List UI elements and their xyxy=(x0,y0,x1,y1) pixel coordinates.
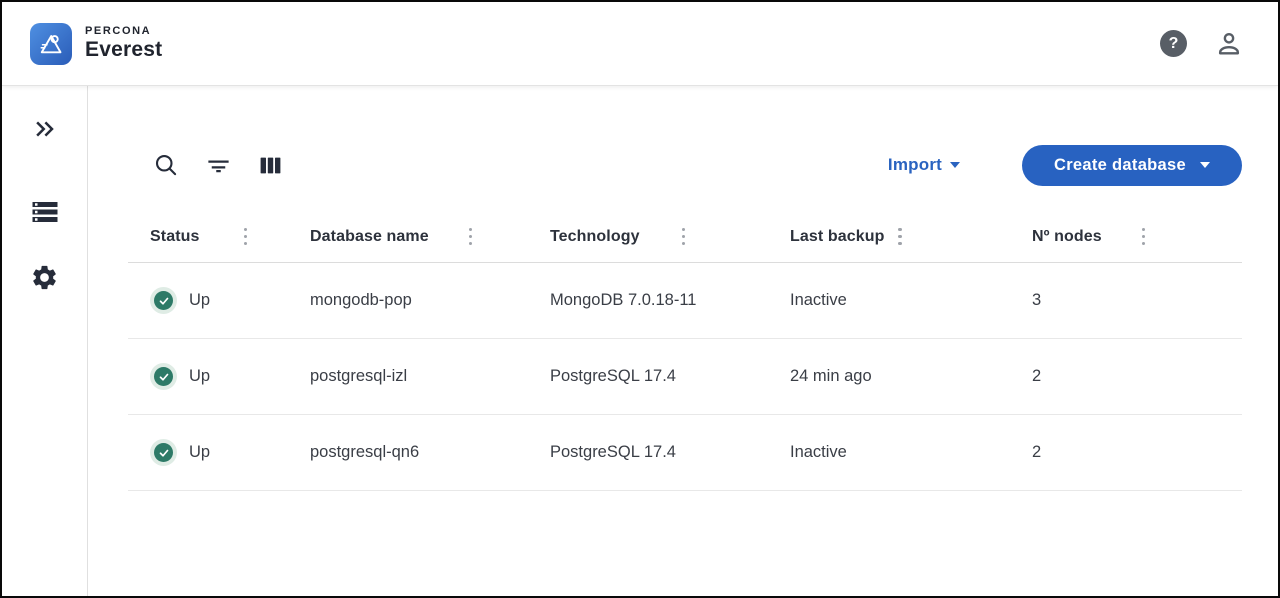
main-content: Import Create database Status Database n… xyxy=(88,86,1278,596)
table-toolbar: Import Create database xyxy=(128,143,1242,187)
settings-gear-icon xyxy=(30,263,59,292)
databases-icon xyxy=(30,197,60,227)
last-backup: 24 min ago xyxy=(790,367,872,385)
column-menu-icon[interactable] xyxy=(894,224,906,250)
column-header-nodes: Nº nodes xyxy=(1032,227,1102,245)
database-name: postgresql-izl xyxy=(310,367,408,385)
import-button[interactable]: Import xyxy=(888,155,960,175)
column-menu-icon[interactable] xyxy=(1138,224,1150,250)
table-row[interactable]: Up postgresql-izl PostgreSQL 17.4 24 min… xyxy=(128,339,1242,415)
help-icon[interactable]: ? xyxy=(1160,30,1187,57)
nodes-count: 2 xyxy=(1032,443,1042,461)
account-icon[interactable] xyxy=(1214,29,1244,59)
app-header: PERCONA Everest ? xyxy=(2,2,1278,86)
table-header-row: Status Database name Technology Last bac… xyxy=(128,211,1242,263)
help-glyph: ? xyxy=(1168,34,1179,52)
table-row[interactable]: Up mongodb-pop MongoDB 7.0.18-11 Inactiv… xyxy=(128,263,1242,339)
create-database-button[interactable]: Create database xyxy=(1022,144,1242,186)
nodes-count: 2 xyxy=(1032,367,1042,385)
last-backup: Inactive xyxy=(790,443,847,461)
caret-down-icon xyxy=(1199,162,1210,168)
technology: PostgreSQL 17.4 xyxy=(550,443,676,461)
database-name: postgresql-qn6 xyxy=(310,443,420,461)
column-header-technology: Technology xyxy=(550,227,640,245)
technology: MongoDB 7.0.18-11 xyxy=(550,291,697,309)
import-label: Import xyxy=(887,155,942,174)
percona-everest-logo xyxy=(30,22,72,65)
column-menu-icon[interactable] xyxy=(240,224,252,250)
databases-table: Status Database name Technology Last bac… xyxy=(128,211,1242,491)
search-icon[interactable] xyxy=(152,151,180,179)
nodes-count: 3 xyxy=(1032,291,1042,309)
status-label: Up xyxy=(189,291,211,309)
sidebar-item-databases[interactable] xyxy=(30,197,60,227)
technology: PostgreSQL 17.4 xyxy=(550,367,676,385)
sidebar-expand-icon[interactable] xyxy=(30,114,60,144)
status-label: Up xyxy=(189,367,211,385)
caret-down-icon xyxy=(950,162,960,168)
status-label: Up xyxy=(189,443,211,461)
last-backup: Inactive xyxy=(790,291,847,309)
brand-everest-label: Everest xyxy=(85,38,163,61)
create-database-label: Create database xyxy=(1054,155,1186,174)
database-name: mongodb-pop xyxy=(310,291,412,309)
columns-icon[interactable] xyxy=(257,152,284,179)
status-up-icon xyxy=(150,287,177,314)
status-up-icon xyxy=(150,439,177,466)
brand-text: PERCONA Everest xyxy=(85,25,162,62)
table-row[interactable]: Up postgresql-qn6 PostgreSQL 17.4 Inacti… xyxy=(128,415,1242,491)
mountain-logo-icon xyxy=(36,29,66,59)
column-menu-icon[interactable] xyxy=(465,224,477,250)
column-menu-icon[interactable] xyxy=(678,224,690,250)
sidebar xyxy=(2,86,88,596)
brand-percona-label: PERCONA xyxy=(85,25,152,37)
column-header-status: Status xyxy=(150,227,200,245)
sidebar-item-settings[interactable] xyxy=(30,263,59,292)
filter-icon[interactable] xyxy=(205,152,232,179)
column-header-last-backup: Last backup xyxy=(790,227,885,245)
app-window: PERCONA Everest ? Import Create database… xyxy=(0,0,1280,598)
status-up-icon xyxy=(150,363,177,390)
column-header-database-name: Database name xyxy=(310,227,429,245)
